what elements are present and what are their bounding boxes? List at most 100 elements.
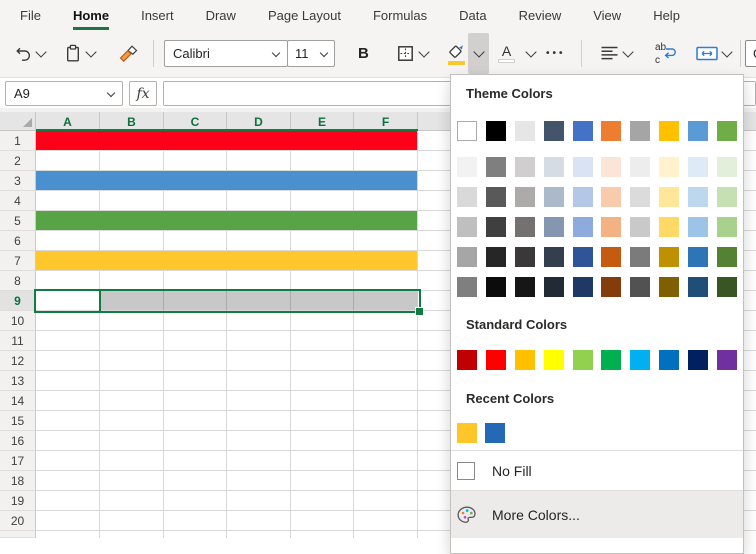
column-header-A[interactable]: A bbox=[36, 112, 100, 131]
color-swatch-F4B183[interactable] bbox=[601, 217, 621, 237]
cell-C12[interactable] bbox=[164, 351, 227, 371]
color-swatch-D0CECE[interactable] bbox=[515, 157, 535, 177]
ribbon-tab-view[interactable]: View bbox=[593, 0, 621, 30]
ribbon-tab-page-layout[interactable]: Page Layout bbox=[268, 0, 341, 30]
cell-D19[interactable] bbox=[227, 491, 291, 511]
cell-B13[interactable] bbox=[100, 371, 164, 391]
color-swatch-7F7F7F[interactable] bbox=[486, 157, 506, 177]
color-swatch-595959[interactable] bbox=[486, 187, 506, 207]
color-swatch-5B9BD5[interactable] bbox=[688, 121, 708, 141]
name-box[interactable]: A9 bbox=[5, 81, 123, 106]
color-swatch-2F5597[interactable] bbox=[573, 247, 593, 267]
row-header-17[interactable]: 17 bbox=[0, 451, 36, 471]
cell-C3[interactable] bbox=[164, 171, 227, 191]
cell-B10[interactable] bbox=[100, 311, 164, 331]
row-header-18[interactable]: 18 bbox=[0, 471, 36, 491]
cell-A10[interactable] bbox=[36, 311, 100, 331]
color-swatch-843C0C[interactable] bbox=[601, 277, 621, 297]
cell-F18[interactable] bbox=[354, 471, 418, 491]
cell-B8[interactable] bbox=[100, 271, 164, 291]
cell-F6[interactable] bbox=[354, 231, 418, 251]
cell-E21[interactable] bbox=[291, 531, 354, 538]
ribbon-tab-formulas[interactable]: Formulas bbox=[373, 0, 427, 30]
color-swatch-262626[interactable] bbox=[486, 247, 506, 267]
cell-F8[interactable] bbox=[354, 271, 418, 291]
color-swatch-A6A6A6[interactable] bbox=[457, 247, 477, 267]
row-header-16[interactable]: 16 bbox=[0, 431, 36, 451]
cell-A19[interactable] bbox=[36, 491, 100, 511]
cell-B17[interactable] bbox=[100, 451, 164, 471]
color-swatch-BF9000[interactable] bbox=[659, 247, 679, 267]
fill-handle[interactable] bbox=[415, 307, 424, 316]
cell-C18[interactable] bbox=[164, 471, 227, 491]
cell-B21[interactable] bbox=[100, 531, 164, 538]
select-all-corner[interactable] bbox=[0, 112, 36, 131]
row-header-14[interactable]: 14 bbox=[0, 391, 36, 411]
cell-B5[interactable] bbox=[100, 211, 164, 231]
cell-D10[interactable] bbox=[227, 311, 291, 331]
color-swatch-FFD966[interactable] bbox=[659, 217, 679, 237]
row-header-7[interactable]: 7 bbox=[0, 251, 36, 271]
cell-C1[interactable] bbox=[164, 131, 227, 151]
color-swatch-4472C4[interactable] bbox=[573, 121, 593, 141]
row-header-15[interactable]: 15 bbox=[0, 411, 36, 431]
cell-A18[interactable] bbox=[36, 471, 100, 491]
wrap-text-button[interactable]: ab c bbox=[654, 30, 678, 77]
cell-B20[interactable] bbox=[100, 511, 164, 531]
color-swatch-EDEDED[interactable] bbox=[630, 157, 650, 177]
cell-B12[interactable] bbox=[100, 351, 164, 371]
color-swatch-FFFFFF[interactable] bbox=[457, 121, 477, 141]
cell-B1[interactable] bbox=[100, 131, 164, 151]
color-swatch-BFBFBF[interactable] bbox=[457, 217, 477, 237]
color-swatch-00B050[interactable] bbox=[601, 350, 621, 370]
cell-F10[interactable] bbox=[354, 311, 418, 331]
color-swatch-7F6000[interactable] bbox=[659, 277, 679, 297]
color-swatch-A5A5A5[interactable] bbox=[630, 121, 650, 141]
color-swatch-7030A0[interactable] bbox=[717, 350, 737, 370]
column-header-E[interactable]: E bbox=[291, 112, 354, 131]
cell-D12[interactable] bbox=[227, 351, 291, 371]
row-header-3[interactable]: 3 bbox=[0, 171, 36, 191]
cell-E4[interactable] bbox=[291, 191, 354, 211]
row-header-partial[interactable] bbox=[0, 531, 36, 538]
cell-F2[interactable] bbox=[354, 151, 418, 171]
font-name-select[interactable]: Calibri bbox=[164, 40, 288, 67]
row-header-12[interactable]: 12 bbox=[0, 351, 36, 371]
cell-E5[interactable] bbox=[291, 211, 354, 231]
cell-C11[interactable] bbox=[164, 331, 227, 351]
cell-B9[interactable] bbox=[100, 291, 164, 311]
merge-cells-button[interactable] bbox=[696, 30, 731, 77]
color-swatch-B4C7E7[interactable] bbox=[573, 187, 593, 207]
cell-E7[interactable] bbox=[291, 251, 354, 271]
cell-A21[interactable] bbox=[36, 531, 100, 538]
cell-E2[interactable] bbox=[291, 151, 354, 171]
color-swatch-222B35[interactable] bbox=[544, 277, 564, 297]
fill-color-button[interactable] bbox=[446, 30, 489, 77]
cell-D21[interactable] bbox=[227, 531, 291, 538]
cell-F19[interactable] bbox=[354, 491, 418, 511]
color-swatch-DBDBDB[interactable] bbox=[630, 187, 650, 207]
cell-C9[interactable] bbox=[164, 291, 227, 311]
cell-A16[interactable] bbox=[36, 431, 100, 451]
color-swatch-FFC629[interactable] bbox=[457, 423, 477, 443]
row-header-1[interactable]: 1 bbox=[0, 131, 36, 151]
cell-E16[interactable] bbox=[291, 431, 354, 451]
cell-D2[interactable] bbox=[227, 151, 291, 171]
row-header-10[interactable]: 10 bbox=[0, 311, 36, 331]
color-swatch-8496B0[interactable] bbox=[544, 217, 564, 237]
chevron-down-icon[interactable] bbox=[35, 46, 46, 57]
cell-A20[interactable] bbox=[36, 511, 100, 531]
color-swatch-C9C9C9[interactable] bbox=[630, 217, 650, 237]
cell-C6[interactable] bbox=[164, 231, 227, 251]
cell-C15[interactable] bbox=[164, 411, 227, 431]
cell-F20[interactable] bbox=[354, 511, 418, 531]
color-swatch-DEEBF7[interactable] bbox=[688, 157, 708, 177]
cell-F11[interactable] bbox=[354, 331, 418, 351]
cell-C2[interactable] bbox=[164, 151, 227, 171]
ribbon-tab-insert[interactable]: Insert bbox=[141, 0, 174, 30]
color-swatch-2E75B6[interactable] bbox=[688, 247, 708, 267]
cell-D18[interactable] bbox=[227, 471, 291, 491]
color-swatch-9DC3E6[interactable] bbox=[688, 217, 708, 237]
cell-D8[interactable] bbox=[227, 271, 291, 291]
color-swatch-1F4E79[interactable] bbox=[688, 277, 708, 297]
